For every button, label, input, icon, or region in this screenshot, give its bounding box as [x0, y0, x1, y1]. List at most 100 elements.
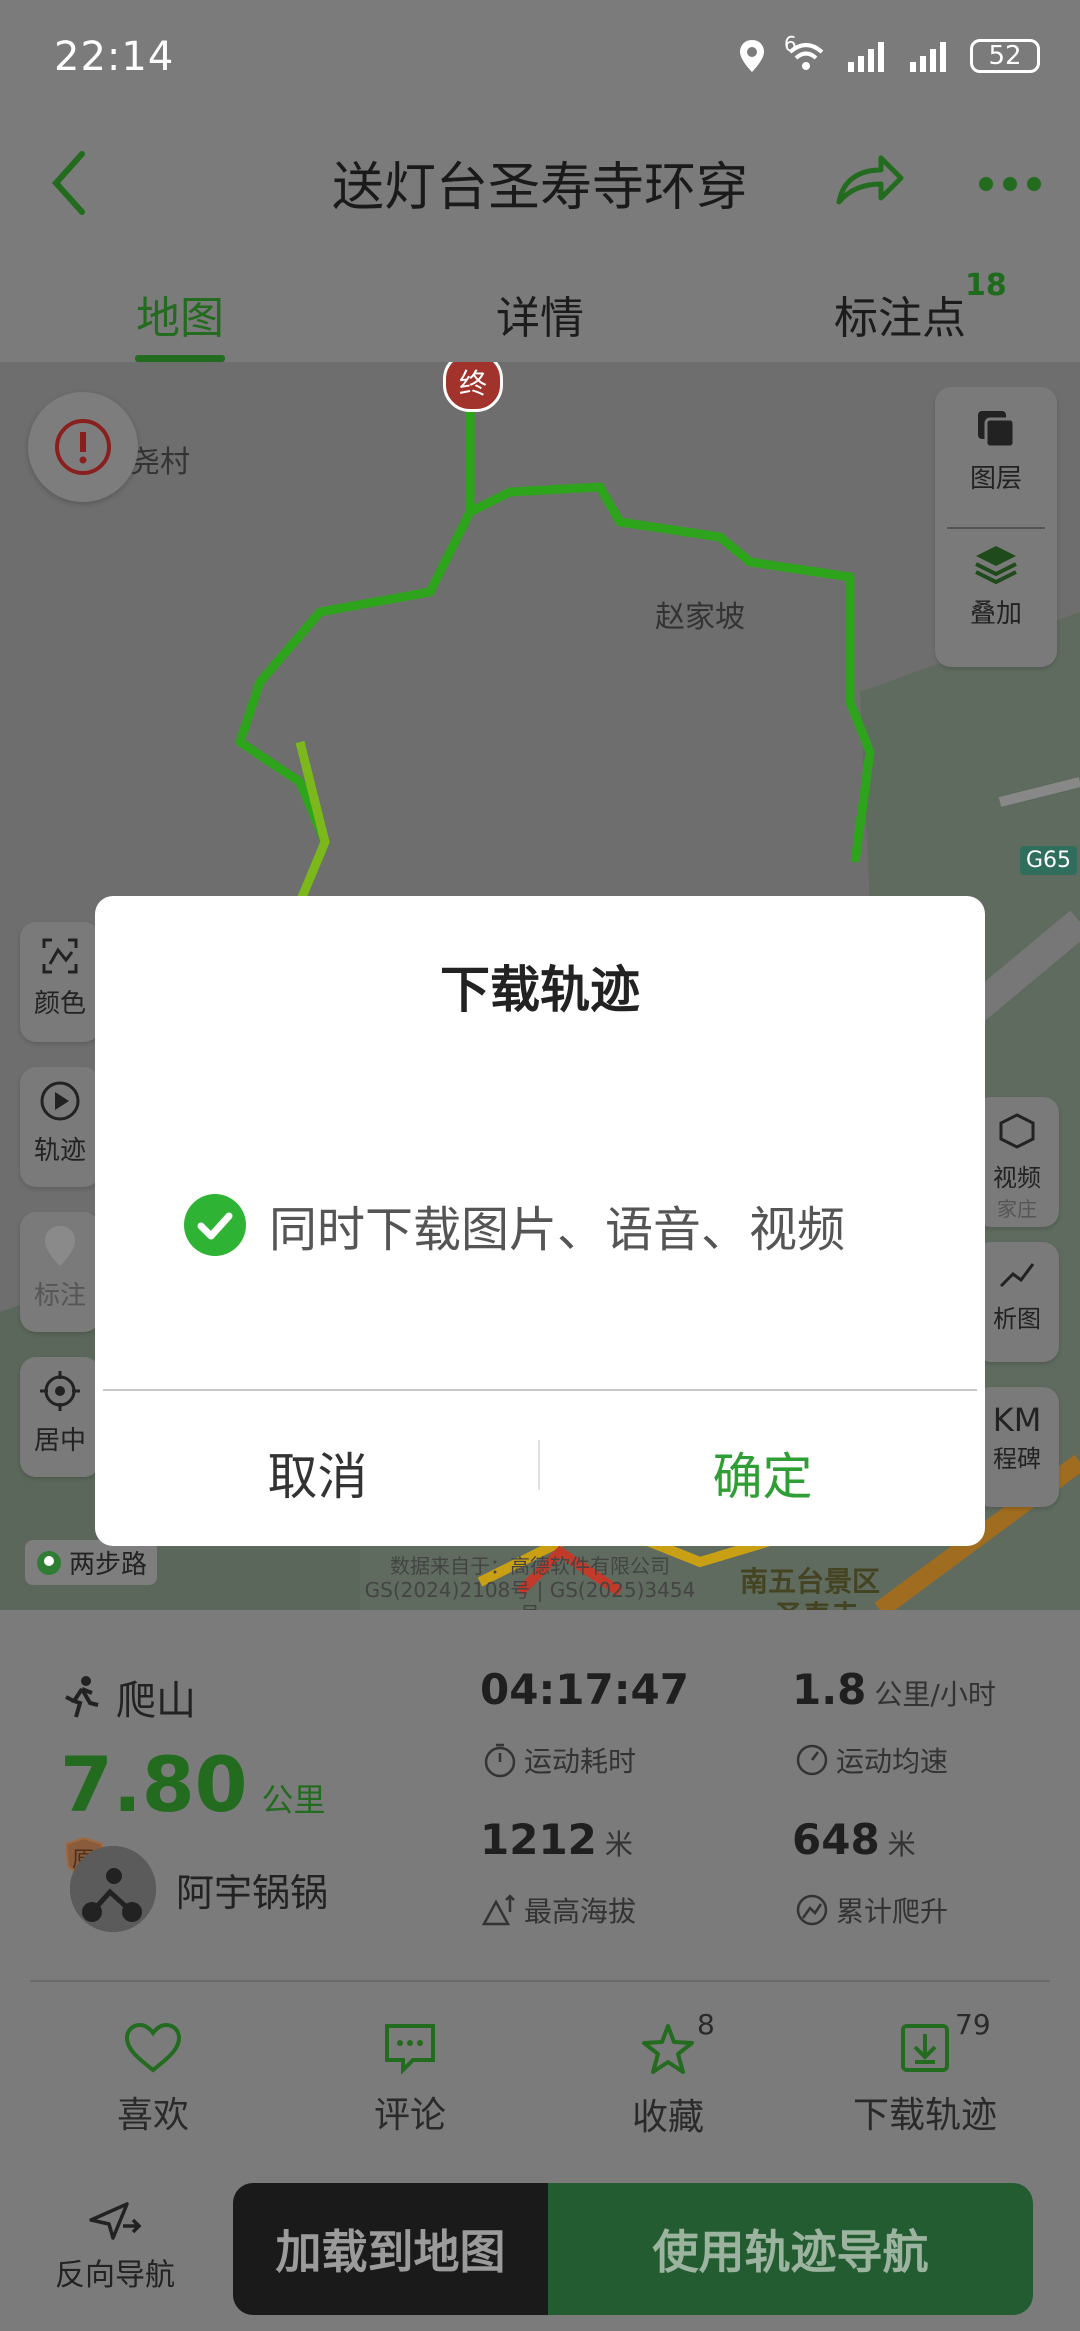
speed-value: 1.8 [792, 1665, 867, 1714]
reverse-nav-button[interactable]: 反向导航 [40, 2200, 190, 2294]
speed-label: 运动均速 [836, 1745, 949, 1778]
layers-button[interactable]: 图层 [935, 407, 1057, 495]
stack-icon [975, 546, 1017, 585]
copyright-line1: 数据来自于：高德软件有限公司 [390, 1554, 670, 1578]
video-button[interactable]: 视频 家庄 [975, 1097, 1059, 1227]
max-alt-unit: 米 [604, 1828, 633, 1861]
download-media-option[interactable]: 同时下载图片、语音、视频 [183, 1190, 845, 1260]
like-button[interactable]: 喜欢 [73, 2022, 233, 2138]
tab-details[interactable]: 详情 [496, 282, 584, 346]
share-button[interactable] [835, 152, 905, 212]
download-track-label: 下载轨迹 [852, 2095, 997, 2136]
favorite-button[interactable]: 收藏 [588, 2022, 748, 2140]
distance-stat: 7.80 公里 [60, 1740, 326, 1829]
track-label: 轨迹 [33, 1136, 86, 1166]
climb-icon [796, 1894, 828, 1926]
sport-label: 爬山 [116, 1678, 196, 1724]
overlay-label: 叠加 [969, 599, 1022, 629]
crosshair-icon [40, 1371, 80, 1411]
marks-count-badge: 18 [965, 268, 1007, 303]
duration-label-row: 运动耗时 [482, 1740, 636, 1780]
duration-value: 04:17:47 [480, 1665, 689, 1714]
play-circle-icon [40, 1081, 80, 1121]
track-navigation-button[interactable]: 使用轨迹导航 [548, 2183, 1033, 2315]
status-icons: 6 52 [738, 32, 1040, 74]
marks-label: 标注 [33, 1281, 86, 1311]
trail-logo-icon [37, 1550, 61, 1575]
pin-icon [45, 1226, 75, 1266]
dialog-cancel-button[interactable]: 取消 [95, 1437, 540, 1509]
copyright-line2: GS(2024)2108号 | GS(2025)3454号 [364, 1578, 696, 1610]
trail-tag-label: 两步路 [69, 1550, 148, 1580]
duration-label: 运动耗时 [524, 1745, 637, 1778]
dialog-title: 下载轨迹 [440, 961, 640, 1019]
star-icon [642, 2024, 694, 2074]
comment-icon [385, 2024, 435, 2075]
analysis-label: 析图 [993, 1305, 1041, 1333]
mountain-peak-icon [482, 1894, 515, 1926]
dialog-divider [103, 1389, 977, 1391]
share-icon [836, 155, 904, 205]
map-label-village: 尧村 [130, 445, 190, 480]
more-dots-icon [979, 177, 1041, 191]
max-alt-label: 最高海拔 [524, 1895, 637, 1928]
signal-icon-1 [848, 42, 884, 72]
max-alt-stat: 1212 米 [480, 1815, 633, 1864]
stopwatch-icon [484, 1743, 516, 1778]
warning-button[interactable] [28, 392, 138, 502]
tab-marks[interactable]: 标注点 [834, 282, 966, 346]
color-label: 颜色 [33, 989, 86, 1019]
avatar[interactable] [70, 1846, 156, 1932]
map-label-zhaojiapo: 赵家坡 [655, 600, 745, 635]
heart-icon [124, 2022, 182, 2073]
analysis-button[interactable]: 析图 [975, 1242, 1059, 1362]
location-icon [740, 40, 764, 72]
favorite-count: 8 [697, 2008, 715, 2041]
tab-indicator [135, 355, 225, 362]
like-label: 喜欢 [116, 2095, 189, 2136]
distance-unit: 公里 [261, 1781, 326, 1819]
distance-value: 7.80 [60, 1740, 248, 1829]
speed-label-row: 运动均速 [794, 1740, 948, 1780]
favorite-label: 收藏 [631, 2097, 704, 2138]
speed-stat: 1.8 公里/小时 [792, 1665, 996, 1714]
tab-map[interactable]: 地图 [136, 282, 224, 346]
highway-badge: G65 [1020, 846, 1078, 875]
hiker-icon [65, 1676, 99, 1718]
battery-level: 52 [988, 41, 1022, 71]
comment-button[interactable]: 评论 [330, 2022, 490, 2138]
load-to-map-button[interactable]: 加载到地图 [233, 2183, 548, 2315]
battery-indicator: 52 [970, 39, 1040, 73]
map-copyright: 数据来自于：高德软件有限公司 GS(2024)2108号 | GS(2025)3… [360, 1554, 700, 1610]
map-label-temple: 圣寿寺 [775, 1594, 859, 1610]
author-name[interactable]: 阿宇锅锅 [176, 1862, 328, 1917]
layers-label: 图层 [969, 464, 1022, 494]
map-sub-label: 家庄 [997, 1197, 1037, 1221]
chart-line-icon [999, 1263, 1035, 1288]
climb-stat: 648 米 [792, 1815, 916, 1864]
comment-label: 评论 [373, 2095, 446, 2136]
frame-icon [42, 938, 78, 974]
center-label: 居中 [33, 1426, 86, 1456]
more-button[interactable] [978, 176, 1042, 196]
alert-circle-icon [55, 419, 111, 475]
checkbox-checked-icon[interactable] [183, 1193, 247, 1257]
max-alt-label-row: 最高海拔 [482, 1890, 636, 1930]
avatar-image [70, 1846, 156, 1932]
center-button[interactable]: 居中 [20, 1357, 100, 1477]
marks-button[interactable]: 标注 [20, 1212, 100, 1332]
overlay-button[interactable]: 叠加 [935, 542, 1057, 630]
sport-type: 爬山 [62, 1668, 196, 1726]
color-button[interactable]: 颜色 [20, 922, 100, 1042]
dialog-confirm-button[interactable]: 确定 [540, 1437, 985, 1509]
speedometer-icon [796, 1744, 828, 1776]
end-marker[interactable]: 终 [443, 362, 503, 412]
cube-icon [999, 1113, 1035, 1149]
track-button[interactable]: 轨迹 [20, 1067, 100, 1187]
trail-tag: 两步路 [25, 1540, 158, 1585]
climb-unit: 米 [887, 1828, 916, 1861]
network-type-label: 6 [784, 32, 797, 56]
milestone-button[interactable]: KM 程碑 [975, 1387, 1059, 1507]
max-alt-value: 1212 [480, 1815, 597, 1864]
status-time: 22:14 [54, 34, 175, 80]
